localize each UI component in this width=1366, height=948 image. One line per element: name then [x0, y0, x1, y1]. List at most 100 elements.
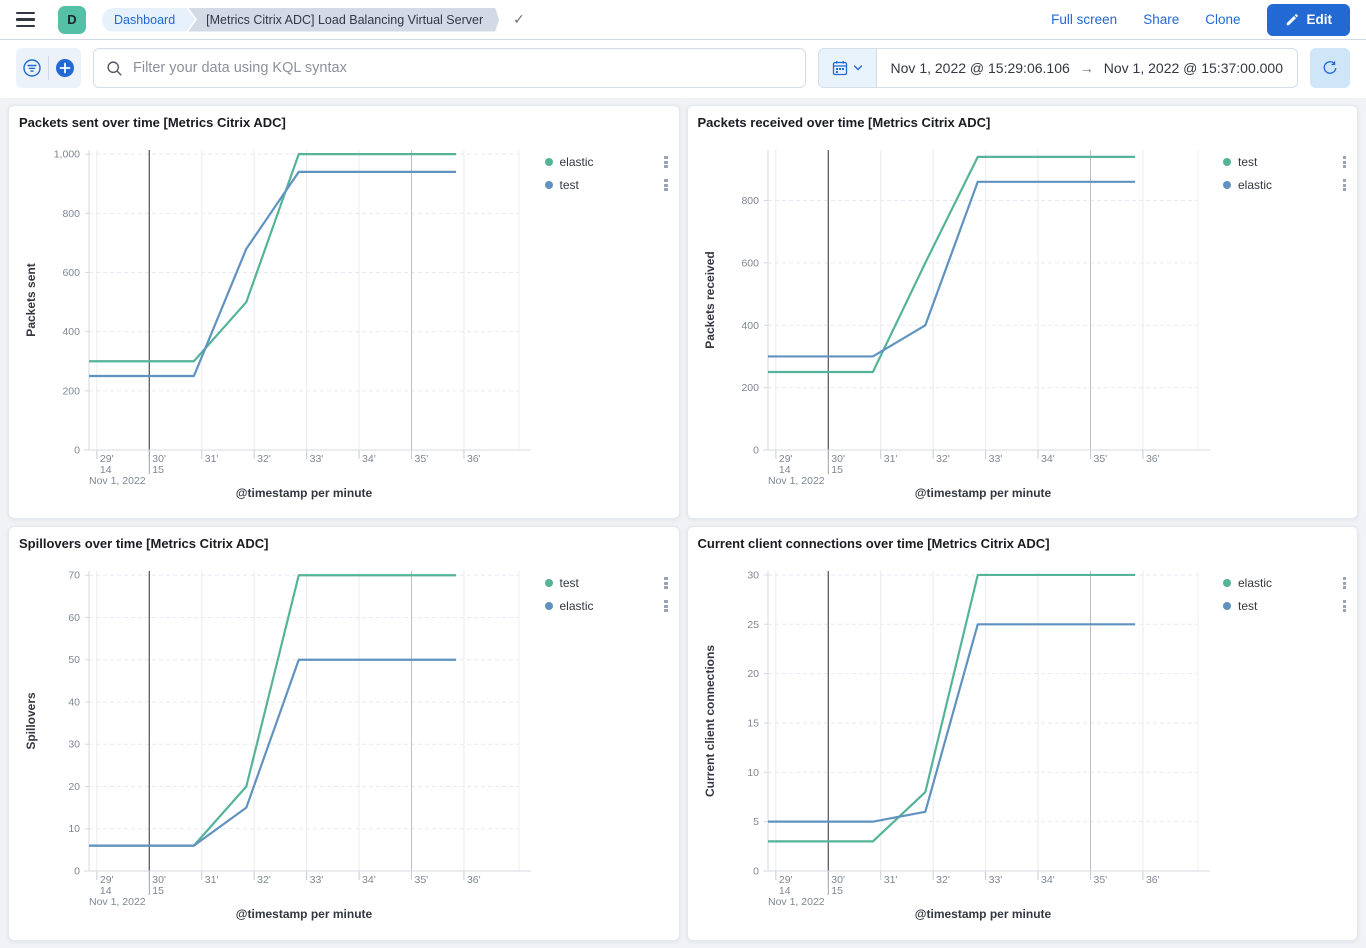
series-line-test [89, 575, 456, 845]
breadcrumb-current-dashboard[interactable]: [Metrics Citrix ADC] Load Balancing Virt… [188, 8, 499, 32]
y-tick-label: 200 [741, 382, 759, 394]
legend-item-test[interactable]: test [1223, 596, 1349, 616]
refresh-button[interactable] [1310, 48, 1350, 88]
kql-search-input[interactable] [133, 60, 793, 76]
legend-item-elastic[interactable]: elastic [1223, 175, 1349, 195]
saved-check-icon: ✓ [513, 11, 525, 28]
y-tick-label: 40 [68, 696, 80, 708]
edit-button-label: Edit [1307, 12, 1333, 27]
search-icon [106, 60, 123, 77]
legend-label: elastic [1238, 178, 1340, 192]
y-tick-label: 0 [753, 866, 759, 878]
x-tick-label: 32' [257, 453, 271, 465]
y-axis-title: Packets received [703, 251, 717, 348]
breadcrumb-dashboard[interactable]: Dashboard [102, 8, 195, 32]
top-header: D Dashboard [Metrics Citrix ADC] Load Ba… [0, 0, 1366, 40]
y-tick-label: 600 [741, 257, 759, 269]
legend-actions-icon[interactable] [661, 176, 671, 194]
legend-label: elastic [560, 599, 662, 613]
y-tick-label: 0 [74, 866, 80, 878]
legend-color-dot [1223, 158, 1231, 166]
y-tick-label: 600 [62, 267, 80, 279]
date-range-display[interactable]: Nov 1, 2022 @ 15:29:06.106 → Nov 1, 2022… [877, 49, 1297, 87]
panel-title[interactable]: Packets sent over time [Metrics Citrix A… [19, 115, 286, 130]
legend-color-dot [1223, 579, 1231, 587]
x-tick-label: 31' [205, 453, 219, 465]
menu-button[interactable] [16, 6, 44, 34]
y-tick-label: 50 [68, 654, 80, 666]
legend-color-dot [545, 602, 553, 610]
legend-label: elastic [1238, 576, 1340, 590]
x-tick-label: 32' [936, 453, 950, 465]
full-screen-button[interactable]: Full screen [1051, 12, 1117, 27]
y-tick-label: 30 [747, 569, 759, 581]
legend-actions-icon[interactable] [1340, 176, 1350, 194]
legend-label: test [1238, 599, 1340, 613]
x-tick-label: 34' [362, 874, 376, 886]
x-tick-label: 33' [988, 874, 1002, 886]
legend-item-test[interactable]: test [545, 175, 671, 195]
legend-item-elastic[interactable]: elastic [545, 152, 671, 172]
panel-title[interactable]: Packets received over time [Metrics Citr… [698, 115, 991, 130]
axis-date-label: Nov 1, 2022 [89, 896, 146, 908]
series-line-test [89, 172, 456, 376]
legend-actions-icon[interactable] [1340, 574, 1350, 592]
series-line-elastic [768, 575, 1135, 841]
hour-tick-label: 15 [831, 885, 843, 897]
x-axis-title: @timestamp per minute [236, 907, 373, 921]
y-axis-title: Current client connections [703, 645, 717, 797]
legend-actions-icon[interactable] [1340, 597, 1350, 615]
legend-item-elastic[interactable]: elastic [1223, 573, 1349, 593]
x-tick-label: 36' [467, 453, 481, 465]
axis-date-label: Nov 1, 2022 [89, 475, 146, 487]
panel-title[interactable]: Current client connections over time [Me… [698, 536, 1050, 551]
panel-packets-sent: Packets sent over time [Metrics Citrix A… [8, 105, 680, 519]
date-start[interactable]: Nov 1, 2022 @ 15:29:06.106 [891, 60, 1070, 76]
legend-actions-icon[interactable] [661, 153, 671, 171]
hour-tick-label: 15 [152, 464, 164, 476]
x-tick-label: 32' [257, 874, 271, 886]
clone-button[interactable]: Clone [1205, 12, 1240, 27]
axis-date-label: Nov 1, 2022 [768, 475, 825, 487]
date-end[interactable]: Nov 1, 2022 @ 15:37:00.000 [1104, 60, 1283, 76]
space-avatar[interactable]: D [58, 6, 86, 34]
refresh-icon [1321, 59, 1339, 77]
series-line-elastic [89, 154, 456, 361]
panel-title[interactable]: Spillovers over time [Metrics Citrix ADC… [19, 536, 268, 551]
filter-menu-button[interactable] [16, 48, 48, 88]
x-tick-label: 35' [1093, 874, 1107, 886]
range-arrow-icon: → [1080, 60, 1094, 76]
legend-actions-icon[interactable] [661, 597, 671, 615]
legend-item-test[interactable]: test [545, 573, 671, 593]
legend-actions-icon[interactable] [661, 574, 671, 592]
add-filter-button[interactable] [49, 48, 81, 88]
edit-button[interactable]: Edit [1267, 4, 1351, 36]
legend-item-test[interactable]: test [1223, 152, 1349, 172]
legend-label: test [560, 178, 662, 192]
y-tick-label: 400 [62, 326, 80, 338]
legend-color-dot [545, 158, 553, 166]
legend-color-dot [1223, 602, 1231, 610]
y-tick-label: 200 [62, 385, 80, 397]
x-tick-label: 35' [415, 453, 429, 465]
y-tick-label: 70 [68, 570, 80, 582]
legend-actions-icon[interactable] [1340, 153, 1350, 171]
legend-color-dot [545, 579, 553, 587]
x-axis-title: @timestamp per minute [914, 486, 1051, 500]
chart-legend: elastic test [1223, 573, 1349, 616]
hour-tick-label: 15 [831, 464, 843, 476]
legend-item-elastic[interactable]: elastic [545, 596, 671, 616]
kql-search-box [93, 48, 806, 88]
share-button[interactable]: Share [1143, 12, 1179, 27]
breadcrumb: Dashboard [Metrics Citrix ADC] Load Bala… [102, 8, 499, 32]
legend-color-dot [545, 181, 553, 189]
y-tick-label: 15 [747, 717, 759, 729]
legend-label: test [1238, 155, 1340, 169]
plus-circle-icon [55, 58, 75, 78]
x-tick-label: 33' [310, 453, 324, 465]
y-axis-title: Packets sent [24, 263, 38, 336]
date-quick-select-button[interactable] [819, 49, 877, 87]
chart-legend: test elastic [1223, 152, 1349, 195]
pencil-icon [1285, 13, 1299, 27]
y-tick-label: 400 [741, 320, 759, 332]
